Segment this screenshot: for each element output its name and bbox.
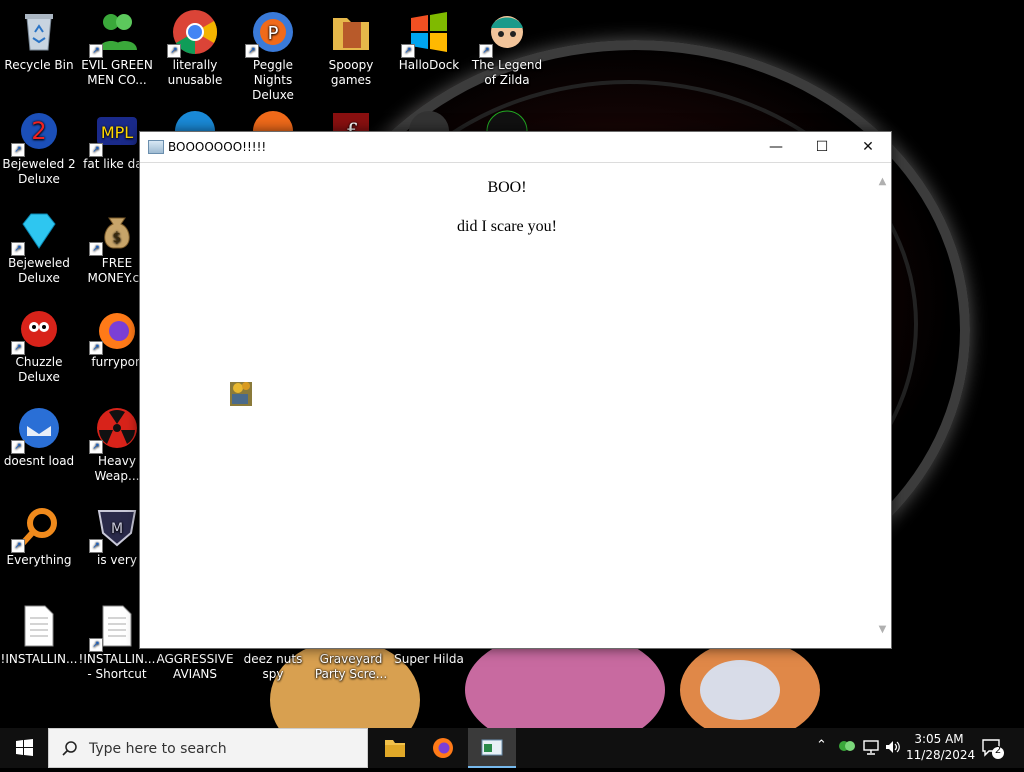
diamond-icon: ↗	[11, 206, 63, 256]
bejeweled-2-icon: 2 ↗	[11, 107, 63, 157]
thunderbird-icon: ↗	[11, 404, 63, 454]
everything-search-icon: ↗	[11, 503, 63, 553]
show-hidden-icons-chevron-icon[interactable]: ⌃	[816, 738, 827, 753]
folder-icon	[385, 740, 405, 757]
taskbar-boo-window[interactable]	[468, 728, 516, 768]
desktop-icon-bejeweled-2[interactable]: 2 ↗ Bejeweled 2 Deluxe	[0, 107, 78, 187]
chrome-icon: ↗	[167, 8, 219, 58]
desktop-icon-peggle-nights[interactable]: P ↗ Peggle Nights Deluxe	[234, 8, 312, 103]
notification-center-button[interactable]: 2	[980, 736, 1006, 760]
desktop-icon-hallodock[interactable]: ↗ HalloDock	[390, 8, 468, 73]
window-content: BOO! did I scare you! ▲ ▼	[140, 163, 891, 648]
desktop-icon-evil-green-men[interactable]: ↗ EVIL GREEN MEN CO...	[78, 8, 156, 88]
ghost-sprite-image	[228, 378, 254, 408]
firefox-icon	[433, 738, 453, 758]
svg-text:MPL: MPL	[101, 123, 133, 142]
search-placeholder: Type here to search	[89, 741, 227, 757]
zilda-character-icon: ↗	[479, 8, 531, 58]
notification-icon	[982, 739, 1004, 759]
desktop-icon-doesnt-load[interactable]: ↗ doesnt load	[0, 404, 78, 469]
money-bag-icon: $ ↗	[89, 206, 141, 256]
window-title: BOOOOOOO!!!!!	[168, 140, 267, 154]
system-clock[interactable]: 3:05 AM 11/28/2024	[906, 731, 976, 763]
recycle-bin-icon	[15, 8, 63, 56]
volume-icon[interactable]	[884, 738, 902, 760]
svg-text:P: P	[268, 23, 279, 44]
maximize-button[interactable]: ☐	[799, 132, 845, 162]
start-button[interactable]	[0, 728, 48, 768]
window-titlebar[interactable]: BOOOOOOO!!!!! — ☐ ✕	[140, 132, 891, 163]
vertical-scrollbar[interactable]: ▲ ▼	[874, 163, 891, 648]
app-window-icon	[481, 739, 503, 756]
taskbar-firefox[interactable]	[419, 728, 467, 768]
desktop-icon-everything[interactable]: ↗ Everything	[0, 503, 78, 568]
notification-badge: 2	[994, 745, 1002, 756]
boo-window: BOOOOOOO!!!!! — ☐ ✕ BOO! did I scare you…	[139, 131, 892, 649]
boo-heading: BOO!	[487, 179, 527, 196]
scare-message: did I scare you!	[457, 218, 557, 235]
svg-text:2: 2	[31, 117, 46, 145]
windows-logo-icon: ↗	[401, 8, 453, 58]
text-file-icon	[15, 602, 63, 650]
desktop-icon-legend-of-zilda[interactable]: ↗ The Legend of Zilda	[468, 8, 546, 88]
wallpaper-character-face	[700, 660, 780, 720]
svg-text:$: $	[113, 230, 122, 246]
network-icon[interactable]	[862, 738, 880, 760]
shield-logo-icon: M ↗	[89, 503, 141, 553]
desktop-icon-literally-unusable[interactable]: ↗ literally unusable	[156, 8, 234, 88]
windows-start-icon	[16, 739, 33, 756]
desktop-icon-installing[interactable]: !INSTALLIN...	[0, 602, 78, 667]
desktop-icon-spoopy-games[interactable]: Spoopy games	[312, 8, 390, 88]
app-window-icon	[148, 140, 164, 154]
svg-text:M: M	[111, 521, 123, 537]
scroll-down-arrow-icon[interactable]: ▼	[874, 621, 891, 638]
green-men-icon: ↗	[89, 8, 141, 58]
search-icon	[62, 741, 77, 756]
folder-icon	[327, 8, 375, 56]
radiation-icon: ↗	[89, 404, 141, 454]
taskbar: Type here to search ⌃ 3:05 AM 11/28/2024…	[0, 728, 1024, 768]
close-button[interactable]: ✕	[845, 132, 891, 162]
text-file-shortcut-icon: ↗	[89, 602, 141, 652]
desktop-icon-bejeweled[interactable]: ↗ Bejeweled Deluxe	[0, 206, 78, 286]
desktop-icon-recycle-bin[interactable]: Recycle Bin	[0, 8, 78, 73]
mpl-logo-icon: MPL ↗	[89, 107, 141, 157]
firefox-icon: ↗	[89, 305, 141, 355]
desktop-icon-chuzzle[interactable]: ↗ Chuzzle Deluxe	[0, 305, 78, 385]
scroll-up-arrow-icon[interactable]: ▲	[874, 173, 891, 190]
peggle-icon: P ↗	[245, 8, 297, 58]
clock-time: 3:05 AM	[914, 732, 964, 746]
chuzzle-icon: ↗	[11, 305, 63, 355]
clock-date: 11/28/2024	[906, 748, 976, 762]
taskbar-file-explorer[interactable]	[371, 728, 419, 768]
tray-app-icon[interactable]	[838, 737, 856, 759]
taskbar-search-box[interactable]: Type here to search	[48, 728, 368, 768]
minimize-button[interactable]: —	[753, 132, 799, 162]
